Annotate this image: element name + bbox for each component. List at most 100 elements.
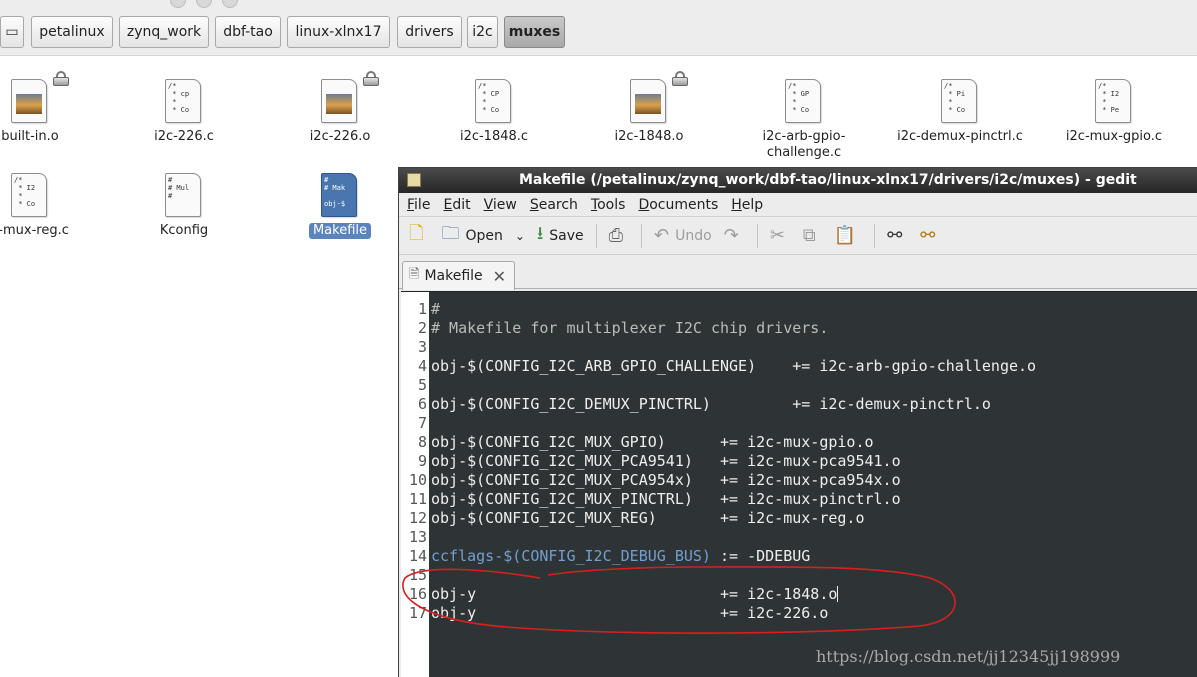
save-button[interactable]: ⭳ Save	[537, 221, 584, 251]
file-label: built-in.o	[1, 129, 59, 144]
gedit-window: Makefile (/petalinux/zynq_work/dbf-tao/l…	[398, 167, 1197, 677]
line-number: 12	[408, 509, 427, 527]
computer-root-button[interactable]: ▭	[0, 16, 24, 48]
paste-button[interactable]: 📋	[834, 225, 862, 246]
menu-help[interactable]: Help	[731, 197, 763, 213]
toolbar-separator	[874, 223, 876, 248]
c-source-icon: /* * I2 * * Co	[11, 173, 47, 217]
file-i2c-1848-o[interactable]: i2c-1848.o	[584, 71, 714, 145]
redo-button[interactable]: ↷	[724, 225, 745, 246]
object-file-icon	[321, 79, 357, 123]
line-text: obj-$(CONFIG_I2C_ARB_GPIO_CHALLENGE) += …	[431, 357, 1036, 376]
line-text: obj-y += i2c-1848.o	[431, 585, 839, 604]
file-label: i2c-226.c	[154, 129, 214, 144]
menu-file[interactable]: File	[407, 197, 430, 213]
folder-icon: 🗀	[441, 222, 460, 244]
undo-button[interactable]: ↶ Undo	[654, 225, 712, 246]
line-text-content: obj-y += i2c-226.o	[431, 604, 829, 622]
replace-button[interactable]: ⚯	[920, 225, 941, 246]
gedit-app-icon	[407, 173, 421, 187]
file-i2c-226-o[interactable]: i2c-226.o	[275, 71, 405, 145]
undo-icon: ↶	[654, 225, 670, 246]
window-title: Makefile (/petalinux/zynq_work/dbf-tao/l…	[519, 172, 1137, 188]
line-number: 14	[408, 547, 427, 565]
file-label: i2c-demux-pinctrl.c	[897, 129, 1023, 144]
line-text-content: obj-$(CONFIG_I2C_MUX_PINCTRL) += i2c-mux…	[431, 490, 901, 508]
line-text-content: obj-$(CONFIG_I2C_MUX_GPIO) += i2c-mux-gp…	[431, 433, 874, 451]
c-source-icon: /* * I2 * * Pe	[1095, 79, 1131, 123]
breadcrumb-petalinux[interactable]: petalinux	[31, 16, 113, 48]
line-number: 7	[417, 414, 427, 432]
file-i2c-1848-c[interactable]: /* * CP * * Co i2c-1848.c	[429, 79, 559, 145]
drive-icon: ▭	[5, 24, 19, 40]
window-titlebar[interactable]: Makefile (/petalinux/zynq_work/dbf-tao/l…	[399, 168, 1197, 193]
line-number: 17	[408, 604, 427, 622]
file-i2c-mux-gpio-c[interactable]: /* * I2 * * Pe i2c-mux-gpio.c	[1049, 79, 1179, 145]
file-i2c-demux-pinctrl-c[interactable]: /* * Pi * * Co i2c-demux-pinctrl.c	[895, 79, 1025, 145]
breadcrumb-drivers[interactable]: drivers	[397, 16, 462, 48]
cut-button[interactable]: ✂	[770, 225, 791, 246]
print-button[interactable]: ⎙	[609, 225, 629, 246]
menu-bar: File Edit View Search Tools Documents He…	[399, 193, 1197, 217]
breadcrumb-i2c[interactable]: i2c	[467, 16, 498, 48]
c-source-icon: /* * Pi * * Co	[941, 79, 977, 123]
file-label: i2c-arb-gpio-challenge.c	[762, 129, 846, 160]
line-number: 9	[417, 452, 427, 470]
makefile-icon: # # Mak obj-$	[321, 173, 357, 217]
breadcrumb-muxes[interactable]: muxes	[504, 16, 565, 48]
line-text-content: obj-$(CONFIG_I2C_ARB_GPIO_CHALLENGE) += …	[431, 357, 1037, 375]
breadcrumb-zynq-work[interactable]: zynq_work	[119, 16, 209, 48]
toolbar-separator	[756, 223, 758, 248]
breadcrumb-dbf-tao[interactable]: dbf-tao	[215, 16, 281, 48]
line-number: 1	[417, 300, 427, 318]
menu-tools[interactable]: Tools	[591, 197, 626, 213]
lock-icon	[53, 71, 69, 86]
code-editor[interactable]: 1 #2 # Makefile for multiplexer I2C chip d…	[401, 291, 1197, 677]
breadcrumb-linux-xlnx17[interactable]: linux-xlnx17	[287, 16, 390, 48]
variable-keyword: ccflags-$(CONFIG_I2C_DEBUG_BUS)	[431, 547, 711, 565]
line-number: 6	[417, 395, 427, 413]
line-number: 3	[417, 338, 427, 356]
file-i2c-226-c[interactable]: /* * cp * * Co i2c-226.c	[119, 79, 249, 145]
file-label: i2c-mux-gpio.c	[1065, 129, 1163, 144]
file-label: i2c-1848.o	[614, 129, 684, 144]
copy-button[interactable]: ⧉	[803, 225, 822, 246]
file-makefile[interactable]: # # Mak obj-$ Makefile	[275, 173, 405, 239]
line-text-rest: := -DDEBUG	[710, 547, 811, 565]
window-controls-strip	[170, 0, 280, 8]
line-number: 8	[417, 433, 427, 451]
object-file-icon	[630, 79, 666, 123]
menu-search[interactable]: Search	[530, 197, 578, 213]
object-file-icon	[11, 79, 47, 123]
file-i2c-mux-reg-c[interactable]: /* * I2 * * Co c-mux-reg.c	[0, 173, 95, 239]
scissors-icon: ✂	[769, 225, 785, 246]
line-number: 15	[408, 566, 427, 584]
save-icon: ⭳	[536, 222, 544, 244]
redo-icon: ↷	[723, 225, 739, 246]
new-button[interactable]: 🗋	[409, 221, 429, 251]
open-button[interactable]: 🗀 Open	[441, 221, 502, 251]
text-file-icon: # # Mul #	[165, 173, 201, 217]
document-icon: 🗎	[409, 267, 420, 282]
close-icon[interactable]: ✕	[493, 267, 506, 286]
line-text: obj-$(CONFIG_I2C_MUX_GPIO) += i2c-mux-gp…	[431, 433, 874, 452]
line-number: 10	[408, 471, 427, 489]
file-built-in-o[interactable]: built-in.o	[0, 71, 95, 145]
lock-icon	[672, 71, 688, 86]
menu-view[interactable]: View	[484, 197, 517, 213]
file-kconfig[interactable]: # # Mul # Kconfig	[119, 173, 249, 239]
line-number: 13	[408, 528, 427, 546]
file-label: Makefile	[308, 223, 372, 239]
find-button[interactable]: ⚯	[887, 225, 908, 246]
menu-documents[interactable]: Documents	[638, 197, 718, 213]
c-source-icon: /* * CP * * Co	[475, 79, 511, 123]
menu-edit[interactable]: Edit	[443, 197, 470, 213]
line-number: 16	[408, 585, 427, 603]
file-label: Kconfig	[159, 223, 209, 238]
file-label: i2c-1848.c	[459, 129, 529, 144]
line-text: obj-y += i2c-226.o	[431, 604, 828, 623]
open-recent-dropdown[interactable]: ⌄	[515, 229, 525, 243]
tab-makefile[interactable]: 🗎 Makefile ✕	[402, 261, 515, 290]
file-i2c-arb-gpio-challenge-c[interactable]: /* * GP * * Co i2c-arb-gpio-challenge.c	[739, 79, 869, 161]
toolbar: 🗋 🗀 Open ⌄ ⭳ Save ⎙ ↶ Undo ↷ ✂ ⧉ 📋 ⚯ ⚯	[399, 217, 1197, 255]
